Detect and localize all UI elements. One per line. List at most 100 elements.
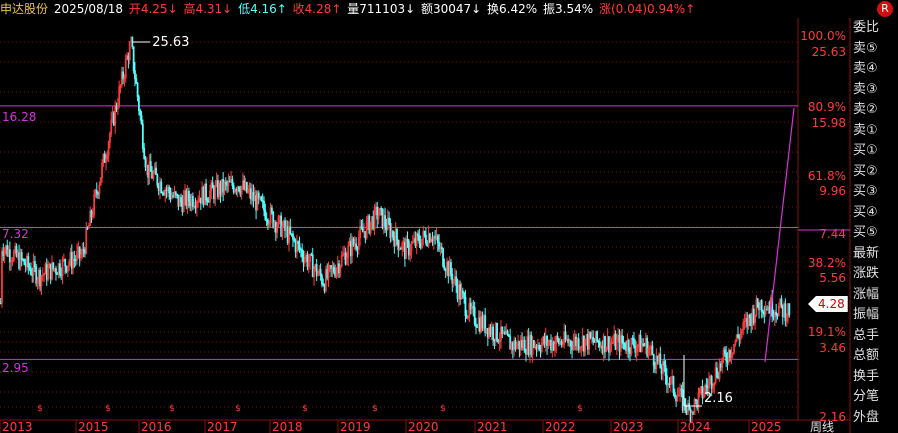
candle-body	[463, 292, 466, 298]
year-label: 2025	[751, 420, 782, 433]
sidebar-item[interactable]: 外盘	[851, 408, 898, 429]
candle-body	[30, 268, 32, 275]
sidebar-item[interactable]: 卖①	[851, 121, 898, 142]
candlestick-series[interactable]	[0, 36, 791, 423]
candle-body	[538, 344, 541, 350]
sidebar-item[interactable]: 买⑤	[851, 223, 898, 244]
candle-body	[55, 268, 57, 274]
candle-body	[716, 367, 718, 377]
candle-body	[95, 190, 98, 194]
candle-body	[321, 275, 323, 285]
sidebar-item[interactable]: 最新	[851, 244, 898, 265]
candle-body	[461, 290, 464, 294]
candle-body	[392, 230, 394, 237]
candle-body	[138, 96, 140, 111]
fib-price-label: 15.98	[812, 116, 846, 130]
candle-body	[211, 182, 214, 189]
candle-body	[155, 167, 157, 175]
sidebar-item[interactable]: 委比	[851, 18, 898, 39]
quote-sidebar: 委比 卖⑤ 卖④ 卖③ 卖② 卖① 买① 买② 买③ 买④ 买⑤ 最新 涨跌 涨…	[851, 18, 898, 433]
candle-body	[564, 331, 567, 341]
candle-body	[737, 334, 739, 338]
candle-body	[388, 217, 390, 224]
candle-body	[134, 70, 136, 79]
candle-body	[756, 298, 759, 307]
year-label: 2017	[207, 420, 238, 433]
event-marker-icon: $	[235, 404, 241, 414]
candle-body	[160, 181, 163, 194]
fib-pct-label: 19.1%	[808, 325, 846, 339]
time-axis: 2013 2015 2016 2017 2018 2019 2020 2021 2022 2023…	[0, 420, 834, 433]
fibonacci-diagonal	[764, 107, 795, 363]
sidebar-item[interactable]: 涨跌	[851, 264, 898, 285]
event-marker-icon: $	[440, 404, 446, 414]
candle-body	[59, 263, 61, 275]
candle-body	[191, 196, 194, 207]
candle-body	[672, 376, 675, 393]
candle-body	[270, 207, 273, 213]
sidebar-item[interactable]: 卖②	[851, 100, 898, 121]
candle-body	[396, 228, 398, 241]
fibonacci-lines	[0, 105, 798, 360]
candle-body	[443, 265, 446, 270]
candle-body	[64, 258, 67, 267]
registered-icon[interactable]: R	[877, 1, 893, 17]
candle-body	[621, 335, 624, 343]
sidebar-item[interactable]: 买④	[851, 203, 898, 224]
candle-body	[633, 338, 635, 347]
sidebar-item[interactable]: 买①	[851, 141, 898, 162]
candle-body	[188, 190, 190, 202]
candle-body	[652, 354, 655, 366]
kline-chart[interactable]: 25.63 2.16 100.0% 25.63 80.9% 15.98 61.8%9.96…	[0, 0, 898, 433]
candle-body	[473, 307, 476, 325]
candle-body	[507, 334, 510, 338]
candle-body	[556, 336, 559, 340]
fib-price-label: 7.44	[819, 227, 846, 241]
fib-pct-label: 80.9%	[808, 100, 846, 114]
quote-turnover: 换6.42%	[487, 2, 538, 16]
candle-body	[496, 322, 498, 341]
stock-name[interactable]: 申达股份	[0, 2, 48, 16]
candle-body	[298, 243, 301, 250]
candle-body	[205, 183, 207, 200]
candle-body	[418, 235, 421, 244]
candle-body	[132, 46, 135, 71]
candle-body	[135, 78, 138, 84]
fib-pct-label: 100.0%	[800, 29, 846, 43]
sidebar-item[interactable]: 涨幅	[851, 285, 898, 306]
fib-left-label: 2.95	[2, 361, 29, 375]
sidebar-item[interactable]: 换手	[851, 367, 898, 388]
year-label: 2015	[78, 420, 109, 433]
candle-body	[760, 300, 763, 312]
event-marker-icon: $	[577, 404, 583, 414]
quote-date: 2025/08/18	[53, 2, 124, 16]
sidebar-item[interactable]: 总手	[851, 326, 898, 347]
candle-body	[139, 110, 142, 116]
event-marker-icon: $	[105, 404, 111, 414]
quote-header: 申达股份 2025/08/18 开4.25↓ 高4.31↓ 低4.16↑ 收4.…	[0, 0, 697, 18]
fib-pct-label: 38.2%	[808, 256, 846, 270]
fib-price-label: 9.96	[819, 184, 846, 198]
candle-body	[28, 266, 31, 270]
sidebar-item[interactable]: 总额	[851, 346, 898, 367]
sidebar-item[interactable]: 振幅	[851, 305, 898, 326]
candle-body	[264, 209, 267, 220]
sidebar-item[interactable]: 卖③	[851, 80, 898, 101]
candle-body	[136, 83, 139, 98]
candle-body	[775, 311, 778, 316]
candle-body	[8, 249, 11, 263]
candle-body	[464, 296, 467, 316]
sidebar-item[interactable]: 分笔	[851, 387, 898, 408]
quote-change: 涨(0.04)0.94%↑	[598, 2, 696, 16]
sidebar-item[interactable]: 卖④	[851, 59, 898, 80]
candle-body	[238, 186, 240, 192]
candle-body	[355, 243, 358, 249]
sidebar-item[interactable]: 买③	[851, 182, 898, 203]
candle-body	[263, 200, 265, 211]
candle-body	[688, 403, 691, 411]
candle-body	[292, 233, 294, 240]
fib-diagonal-line	[764, 107, 795, 363]
sidebar-item[interactable]: 卖⑤	[851, 39, 898, 60]
sidebar-item[interactable]: 买②	[851, 162, 898, 183]
candle-body	[436, 235, 439, 243]
